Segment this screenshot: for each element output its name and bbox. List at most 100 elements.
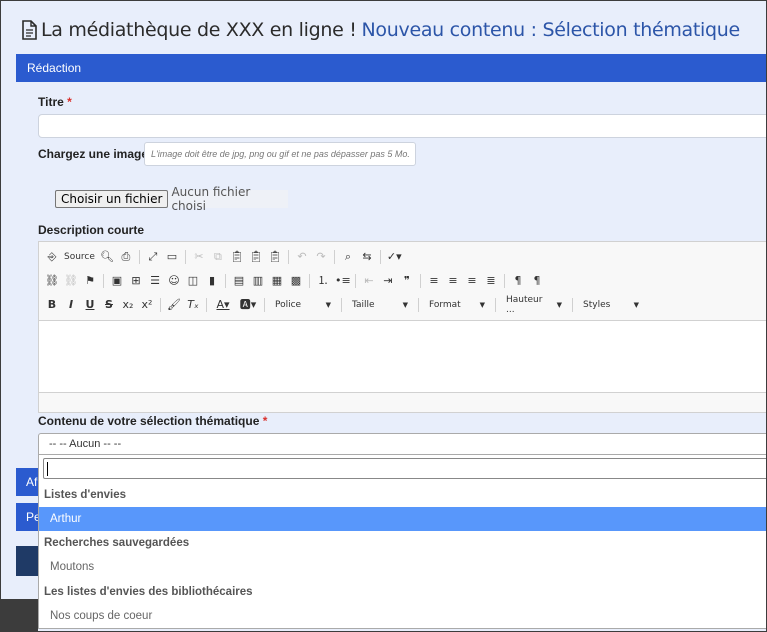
page-header: La médiathèque de XXX en ligne ! Nouveau… — [21, 15, 740, 45]
align-left-icon[interactable]: ≡ — [427, 274, 441, 288]
side-tab-1[interactable]: Af — [16, 468, 38, 496]
anchor-icon[interactable]: ⚑ — [83, 274, 97, 288]
choose-file-button[interactable]: Choisir un fichier — [55, 190, 169, 208]
toolbar-separator — [495, 298, 496, 312]
chevron-down-icon: ▼ — [479, 301, 485, 309]
horizontal-rule-icon[interactable]: ☰ — [148, 274, 162, 288]
find-icon[interactable]: ⌕ — [341, 250, 355, 264]
bold-icon[interactable]: B — [45, 298, 59, 312]
paste-icon[interactable]: 📋︎ — [230, 250, 244, 264]
cut-icon[interactable]: ✂ — [192, 250, 206, 264]
toolbar-separator — [379, 250, 381, 264]
content-select[interactable]: -- -- Aucun -- -- — [38, 433, 766, 455]
content-label: Contenu de votre sélection thématique * — [38, 414, 268, 428]
format-combo[interactable]: Format ▼ — [425, 297, 489, 313]
toolbar-separator — [572, 298, 573, 312]
show-blocks-icon[interactable]: ▭ — [165, 250, 179, 264]
line-height-combo[interactable]: Hauteur ... ▼ — [502, 295, 566, 315]
underline-icon[interactable]: U — [83, 298, 97, 312]
select-dropdown: Listes d'envies Arthur Recherches sauveg… — [38, 454, 766, 629]
iframe-icon[interactable]: ◫ — [186, 274, 200, 288]
breadcrumb-current[interactable]: Nouveau contenu : Sélection thématique — [362, 19, 741, 41]
section-title: Rédaction — [27, 61, 82, 75]
dropdown-option-moutons[interactable]: Moutons — [39, 555, 766, 579]
dropdown-group-label: Listes d'envies — [44, 489, 126, 501]
italic-icon[interactable]: I — [64, 298, 78, 312]
layout-icon[interactable]: ▥ — [251, 274, 265, 288]
columns-icon[interactable]: ▦ — [270, 274, 284, 288]
source-icon[interactable]: ⎆ — [45, 250, 59, 264]
editor-content-area[interactable] — [39, 320, 766, 393]
toolbar-separator — [138, 250, 140, 264]
indent-icon[interactable]: ⇥ — [381, 274, 395, 288]
image-icon[interactable]: ▣ — [110, 274, 124, 288]
toolbar-separator — [103, 274, 104, 288]
link-icon[interactable]: ⛓ — [45, 274, 59, 288]
source-button[interactable]: Source — [64, 252, 95, 262]
dropdown-group-label: Recherches sauvegardées — [44, 537, 190, 549]
toolbar-separator — [206, 298, 207, 312]
text-color-icon[interactable]: A▾ — [213, 298, 233, 312]
titre-label: Titre * — [38, 95, 72, 109]
subscript-icon[interactable]: x₂ — [121, 298, 135, 312]
side-tab-2[interactable]: Pe — [16, 503, 38, 531]
table-icon[interactable]: ⊞ — [129, 274, 143, 288]
smiley-icon[interactable]: ☺ — [167, 274, 181, 288]
dropdown-option-coups-de-coeur[interactable]: Nos coups de coeur — [39, 604, 766, 628]
toolbar-separator — [184, 250, 186, 264]
rtl-icon[interactable]: ¶ — [530, 274, 544, 288]
outdent-icon[interactable]: ⇤ — [362, 274, 376, 288]
toolbar-separator — [287, 250, 289, 264]
strike-icon[interactable]: S — [102, 298, 116, 312]
undo-icon[interactable]: ↶ — [295, 250, 309, 264]
font-combo[interactable]: Police ▼ — [271, 297, 335, 313]
remove-format-icon[interactable]: Tₓ — [186, 298, 200, 312]
chevron-down-icon: ▼ — [325, 301, 331, 309]
app-frame: La médiathèque de XXX en ligne ! Nouveau… — [0, 0, 767, 632]
copy-format-icon[interactable]: 🖌︎ — [167, 298, 181, 312]
dropdown-option-arthur[interactable]: Arthur — [39, 507, 766, 531]
toolbar-row-3: B I U S x₂ x² 🖌︎ Tₓ A▾ 🅰︎▾ Police ▼ Taill… — [45, 295, 643, 315]
align-center-icon[interactable]: ≡ — [446, 274, 460, 288]
toolbar-separator — [309, 274, 310, 288]
blockquote-icon[interactable]: ❞ — [400, 274, 414, 288]
chevron-down-icon: ▼ — [556, 301, 562, 309]
unlink-icon[interactable]: ⛓ — [64, 274, 78, 288]
bulleted-list-icon[interactable]: •≡ — [335, 274, 351, 288]
numbered-list-icon[interactable]: ⒈ — [316, 274, 330, 288]
toolbar-separator — [420, 274, 421, 288]
size-combo[interactable]: Taille ▼ — [348, 297, 412, 313]
toolbar-separator — [333, 250, 335, 264]
replace-icon[interactable]: ⇆ — [360, 250, 374, 264]
redo-icon[interactable]: ↷ — [314, 250, 328, 264]
rich-text-editor: ⎆ Source 🔍︎ ⎙ ⤢ ▭ ✂ ⧉ 📋︎ 📋︎ 📋︎ ↶ ↷ ⌕ ⇆ ✓… — [38, 241, 766, 413]
grid-icon[interactable]: ▩ — [289, 274, 303, 288]
section-redaction-header[interactable]: Rédaction — [16, 54, 766, 82]
toolbar-separator — [355, 274, 356, 288]
spellcheck-icon[interactable]: ✓▾ — [387, 250, 402, 264]
text-caret — [47, 462, 48, 476]
paste-word-icon[interactable]: 📋︎ — [268, 250, 282, 264]
toolbar-separator — [264, 298, 265, 312]
copy-icon[interactable]: ⧉ — [211, 250, 225, 264]
toolbar-row-1: ⎆ Source 🔍︎ ⎙ ⤢ ▭ ✂ ⧉ 📋︎ 📋︎ 📋︎ ↶ ↷ ⌕ ⇆ ✓… — [45, 247, 402, 267]
bottom-strip — [1, 599, 38, 631]
template-icon[interactable]: ▤ — [232, 274, 246, 288]
maximize-icon[interactable]: ⤢ — [146, 250, 160, 264]
bg-color-icon[interactable]: 🅰︎▾ — [238, 298, 258, 312]
superscript-icon[interactable]: x² — [140, 298, 154, 312]
side-dark-block — [16, 546, 38, 576]
page-break-icon[interactable]: ▮ — [205, 274, 219, 288]
ltr-icon[interactable]: ¶ — [511, 274, 525, 288]
chevron-down-icon: ▼ — [633, 301, 639, 309]
preview-icon[interactable]: 🔍︎ — [100, 250, 114, 264]
paste-text-icon[interactable]: 📋︎ — [249, 250, 263, 264]
justify-icon[interactable]: ≣ — [484, 274, 498, 288]
print-icon[interactable]: ⎙ — [119, 250, 133, 264]
styles-combo[interactable]: Styles ▼ — [579, 297, 643, 313]
required-mark: * — [262, 414, 268, 428]
dropdown-search-input[interactable] — [43, 458, 766, 479]
titre-input[interactable] — [38, 114, 766, 138]
document-icon — [22, 20, 37, 40]
align-right-icon[interactable]: ≡ — [465, 274, 479, 288]
